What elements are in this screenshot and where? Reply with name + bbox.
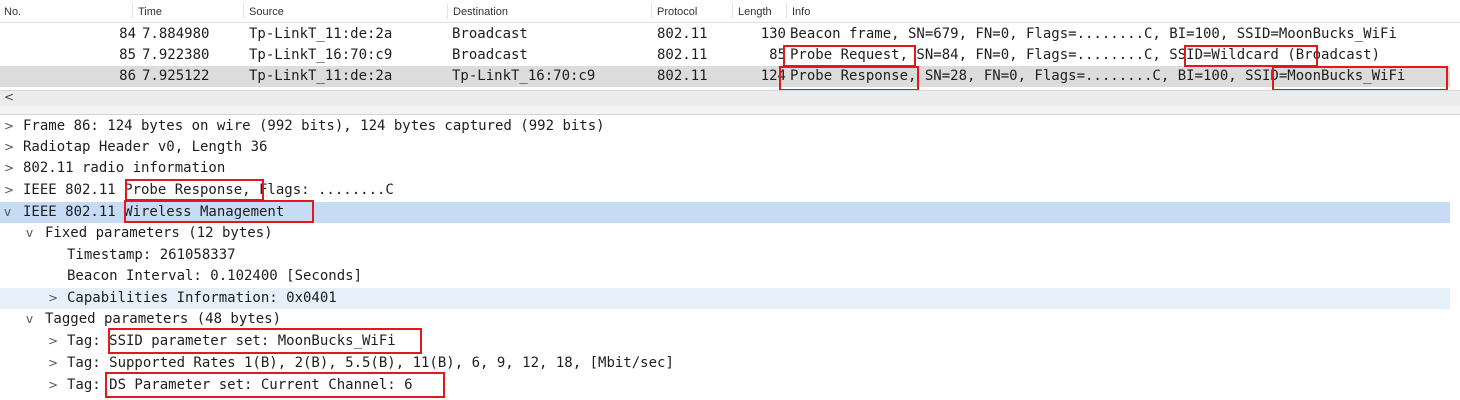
collapsed-chevron-icon[interactable]: > [48,288,58,309]
tree-item-label: IEEE 802.11 Wireless Management [23,204,285,220]
tree-item-label: Tag: Supported Rates 1(B), 2(B), 5.5(B),… [67,355,674,371]
tree-item-tag-supported-rates[interactable]: > Tag: Supported Rates 1(B), 2(B), 5.5(B)… [0,353,1450,374]
packet-no: 86 [119,68,136,84]
tree-item-label: IEEE 802.11 Probe Response, Flags: .....… [23,182,394,198]
packet-time: 7.884980 [142,26,210,42]
tree-item-label: Tagged parameters (48 bytes) [45,311,282,327]
packet-info: Probe Response, SN=28, FN=0, Flags=.....… [790,68,1406,84]
packet-protocol: 802.11 [657,47,708,63]
column-separator[interactable] [132,3,133,19]
packet-protocol: 802.11 [657,26,708,42]
tree-item-ieee80211-probe-response[interactable]: > IEEE 802.11 Probe Response, Flags: ....… [0,180,1450,201]
tree-item-frame[interactable]: > Frame 86: 124 bytes on wire (992 bits),… [0,116,1450,137]
packet-length: 124 [760,68,786,84]
column-header-info[interactable]: Info [792,6,810,18]
packet-destination: Broadcast [452,47,528,63]
expanded-chevron-icon[interactable]: v [26,309,33,330]
collapsed-chevron-icon[interactable]: > [4,137,14,158]
packet-source: Tp-LinkT_16:70:c9 [249,47,393,63]
tree-item-label: Fixed parameters (12 bytes) [45,225,273,241]
collapsed-chevron-icon[interactable]: > [48,375,58,396]
tree-item-radiotap[interactable]: > Radiotap Header v0, Length 36 [0,137,1450,158]
tree-item-tag-ds-parameter[interactable]: > Tag: DS Parameter set: Current Channel:… [0,375,1450,396]
expanded-chevron-icon[interactable]: v [4,202,11,223]
tree-item-label: Frame 86: 124 bytes on wire (992 bits), … [23,118,605,134]
expanded-chevron-icon[interactable]: v [26,223,33,244]
collapsed-chevron-icon[interactable]: > [48,331,58,352]
collapsed-chevron-icon[interactable]: > [4,180,14,201]
column-header-length[interactable]: Length [738,6,772,18]
packet-source: Tp-LinkT_11:de:2a [249,68,393,84]
column-separator[interactable] [786,3,787,19]
collapsed-chevron-icon[interactable]: > [4,158,14,179]
scroll-left-arrow-icon[interactable]: < [4,90,14,104]
column-header-protocol[interactable]: Protocol [657,6,697,18]
packet-length: 85 [769,47,786,63]
column-separator[interactable] [651,3,652,19]
collapsed-chevron-icon[interactable]: > [48,353,58,374]
packet-destination: Broadcast [452,26,528,42]
tree-item-label: Capabilities Information: 0x0401 [67,290,337,306]
tree-item-label: Radiotap Header v0, Length 36 [23,139,268,155]
collapsed-chevron-icon[interactable]: > [4,116,14,137]
packet-no: 85 [119,47,136,63]
column-separator[interactable] [447,3,448,19]
packet-time: 7.925122 [142,68,210,84]
packet-protocol: 802.11 [657,68,708,84]
tree-item-radio-info[interactable]: >802.11 radio information [0,158,1450,179]
packet-row[interactable]: 84 7.884980 Tp-LinkT_11:de:2a Broadcast … [0,24,1450,45]
column-header-source[interactable]: Source [249,6,284,18]
tree-item-label: Timestamp: 261058337 [67,247,236,263]
packet-no: 84 [119,26,136,42]
packet-time: 7.922380 [142,47,210,63]
tree-item-beacon-interval[interactable]: Beacon Interval: 0.102400 [Seconds] [0,266,1450,287]
packet-source: Tp-LinkT_11:de:2a [249,26,393,42]
column-separator[interactable] [243,3,244,19]
tree-item-label: Beacon Interval: 0.102400 [Seconds] [67,268,363,284]
packet-info: Probe Request, SN=84, FN=0, Flags=......… [790,47,1381,63]
packet-length: 130 [760,26,786,42]
pane-splitter[interactable] [0,106,1460,115]
packet-row[interactable]: 85 7.922380 Tp-LinkT_16:70:c9 Broadcast … [0,45,1450,66]
column-header-destination[interactable]: Destination [453,6,508,18]
packet-destination: Tp-LinkT_16:70:c9 [452,68,596,84]
tree-item-timestamp[interactable]: Timestamp: 261058337 [0,245,1450,266]
tree-item-label: Tag: DS Parameter set: Current Channel: … [67,377,413,393]
tree-item-wireless-management[interactable]: v IEEE 802.11 Wireless Management [0,202,1450,223]
tree-item-label: Tag: SSID parameter set: MoonBucks_WiFi [67,333,396,349]
packet-list-header: No. Time Source Destination Protocol Len… [0,0,1460,23]
tree-item-capabilities[interactable]: > Capabilities Information: 0x0401 [0,288,1450,309]
column-separator[interactable] [732,3,733,19]
tree-item-fixed-parameters[interactable]: v Fixed parameters (12 bytes) [0,223,1450,244]
packet-row-selected[interactable]: 86 7.925122 Tp-LinkT_11:de:2a Tp-LinkT_1… [0,66,1450,87]
tree-item-tag-ssid[interactable]: > Tag: SSID parameter set: MoonBucks_WiFi [0,331,1450,352]
column-header-time[interactable]: Time [138,6,162,18]
tree-item-tagged-parameters[interactable]: v Tagged parameters (48 bytes) [0,309,1450,330]
column-header-no[interactable]: No. [4,6,21,18]
packet-info: Beacon frame, SN=679, FN=0, Flags=......… [790,26,1397,42]
tree-item-label: 802.11 radio information [23,160,226,176]
horizontal-scrollbar[interactable]: < [0,90,1460,106]
